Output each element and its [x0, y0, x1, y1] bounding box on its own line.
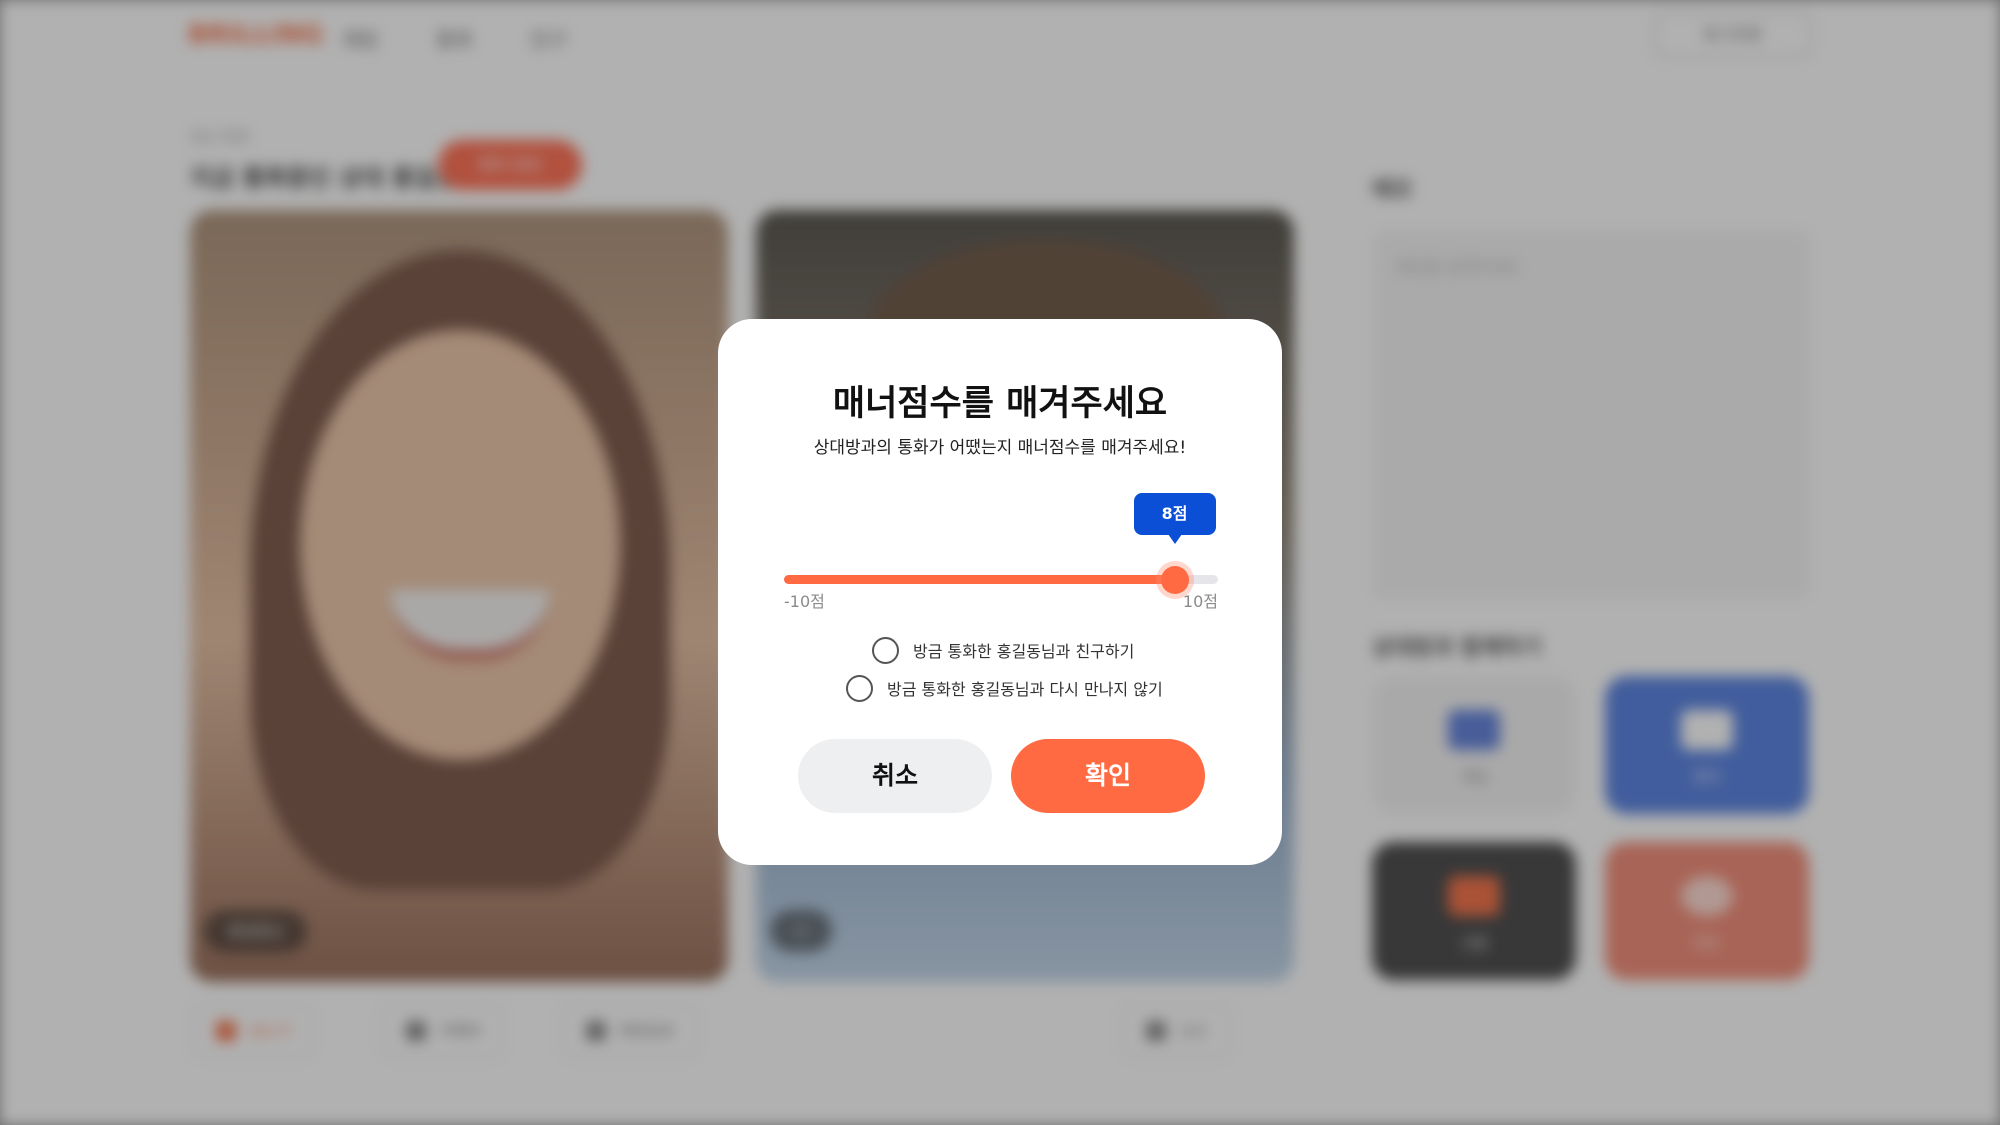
- cancel-button[interactable]: 취소: [798, 739, 992, 813]
- confirm-button[interactable]: 확인: [1011, 739, 1205, 813]
- slider-max-label: 10점: [1182, 592, 1218, 611]
- modal-title: 매너점수를 매겨주세요: [832, 384, 1168, 424]
- option-add-friend[interactable]: 방금 통화한 홍길동님과 친구하기: [872, 635, 1134, 665]
- score-tooltip: 8점: [1133, 493, 1216, 544]
- modal-subtitle: 상대방과의 통화가 어땠는지 매너점수를 매겨주세요!: [813, 438, 1187, 458]
- block-user-label: 방금 통화한 홍길동님과 다시 만나지 않기: [887, 680, 1163, 699]
- block-user-radio[interactable]: [846, 674, 873, 702]
- manner-score-slider[interactable]: [784, 566, 1218, 594]
- slider-fill: [784, 575, 1175, 584]
- option-block-user[interactable]: 방금 통화한 홍길동님과 다시 만나지 않기: [846, 673, 1163, 703]
- manner-score-modal: 매너점수를 매겨주세요 상대방과의 통화가 어땠는지 매너점수를 매겨주세요! …: [718, 319, 1282, 865]
- add-friend-radio[interactable]: [872, 636, 899, 664]
- add-friend-label: 방금 통화한 홍길동님과 친구하기: [913, 642, 1135, 661]
- slider-min-label: -10점: [784, 592, 825, 611]
